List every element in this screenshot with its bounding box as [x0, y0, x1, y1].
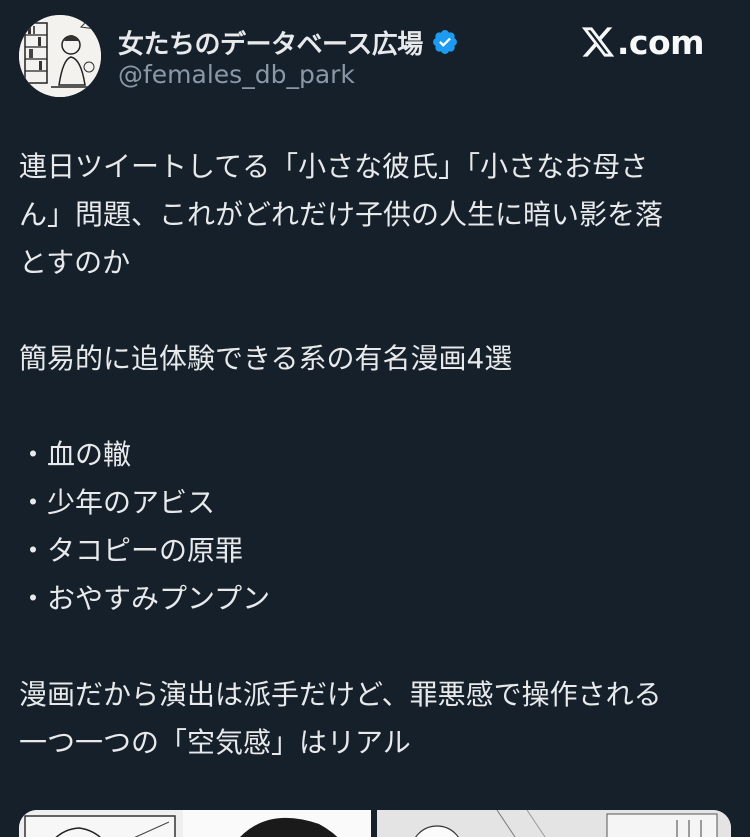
tweet-list-item: ・血の轍	[19, 438, 132, 471]
x-com-brand: .com	[579, 20, 705, 64]
tweet-line: とすのか	[19, 246, 131, 279]
tweet-list-item: ・タコピーの原罪	[19, 534, 244, 567]
tweet-line: 連日ツイートしてる「小さな彼氏」「小さなお母さ	[19, 150, 649, 183]
tweet-line: 漫画だから演出は派手だけど、罪悪感で操作される	[19, 678, 662, 711]
author-handle[interactable]: @females_db_park	[118, 60, 355, 89]
author-name-row: 女たちのデータベース広場	[118, 22, 459, 62]
tweet-list-item: ・おやすみプンプン	[19, 582, 271, 615]
tweet-line: ん」問題、これがどれだけ子供の人生に暗い影を落	[19, 198, 664, 231]
tweet-header: 女たちのデータベース広場 @females_db_park .com	[0, 0, 750, 112]
tweet-media-grid	[19, 810, 731, 837]
author-display-name[interactable]: 女たちのデータベース広場	[118, 24, 423, 61]
verified-badge-icon	[431, 28, 459, 56]
brand-domain-text: .com	[616, 22, 705, 62]
avatar-illustration	[19, 15, 101, 97]
media-image-left[interactable]	[19, 810, 371, 837]
tweet-line: 簡易的に追体験できる系の有名漫画4選	[19, 342, 513, 375]
tweet-line: 一つ一つの「空気感」はリアル	[19, 726, 411, 759]
avatar[interactable]	[19, 15, 101, 97]
x-logo-icon	[579, 24, 617, 60]
media-image-right[interactable]	[377, 810, 731, 837]
manga-panel-right	[377, 810, 731, 837]
tweet-text: 連日ツイートしてる「小さな彼氏」「小さなお母さ ん」問題、これがどれだけ子供の人…	[19, 143, 719, 767]
manga-panel-left	[19, 810, 371, 837]
tweet-list-item: ・少年のアビス	[19, 486, 216, 519]
